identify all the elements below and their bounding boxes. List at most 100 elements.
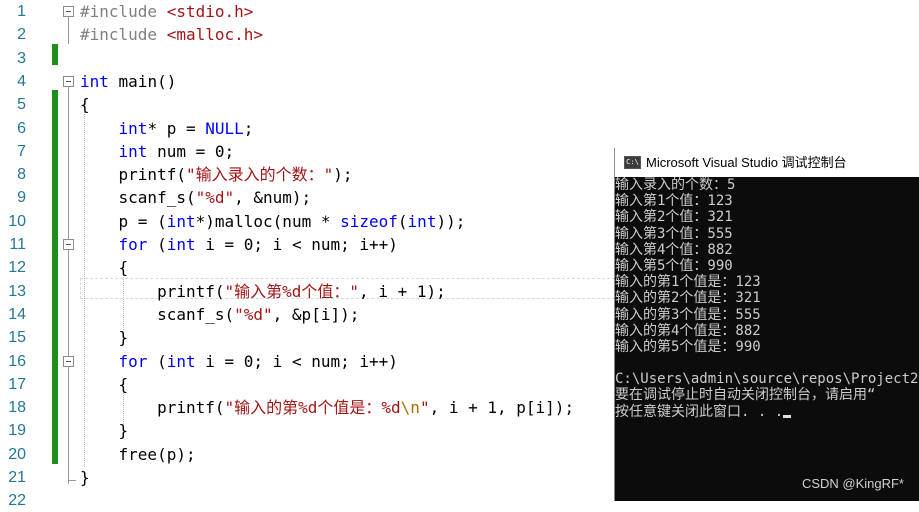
code-token: \n bbox=[400, 398, 420, 418]
code-token: main() bbox=[108, 71, 177, 91]
line-number: 21 bbox=[8, 469, 26, 486]
console-line-text: C:\Users\admin\source\repos\Project2\x bbox=[615, 371, 919, 388]
code-token: for bbox=[118, 235, 148, 254]
code-line[interactable]: 1 #include <stdio.h> bbox=[0, 0, 919, 23]
line-number: 18 bbox=[8, 399, 26, 417]
code-line[interactable]: 6 int* p = NULL; bbox=[0, 117, 919, 140]
console-line-text: 输入第2个值：321 bbox=[615, 209, 733, 226]
code-text: for (int i = 0; i < num; i++) bbox=[80, 350, 398, 373]
code-text: } bbox=[80, 419, 129, 442]
collapse-toggle-icon[interactable] bbox=[63, 355, 74, 367]
text-cursor bbox=[783, 414, 792, 418]
code-token: , &num); bbox=[234, 188, 312, 208]
console-line: 输入的第2个值是：321 bbox=[615, 290, 919, 306]
code-token: "输入第%d个值：" bbox=[224, 281, 360, 301]
code-text: printf("输入的第%d个值是：%d\n", i + 1, p[i]); bbox=[80, 396, 574, 419]
line-number: 13 bbox=[8, 282, 26, 300]
code-token: int bbox=[118, 141, 148, 161]
line-number: 16 bbox=[8, 352, 26, 370]
console-line-text: 输入的第3个值是：555 bbox=[615, 306, 761, 323]
code-text: { bbox=[80, 256, 129, 279]
code-token: { bbox=[80, 95, 90, 115]
line-number: 2 bbox=[17, 26, 26, 44]
code-token: "输入录入的个数：" bbox=[185, 165, 334, 185]
code-text: int main() bbox=[80, 70, 176, 93]
line-number: 6 bbox=[17, 119, 26, 137]
console-line: C:\Users\admin\source\repos\Project2\x bbox=[615, 371, 919, 387]
code-text: scanf_s("%d", &num); bbox=[80, 186, 312, 209]
code-line[interactable]: 4 int main() bbox=[0, 70, 919, 93]
console-line: 输入录入的个数：5 bbox=[615, 177, 919, 193]
code-token: ( bbox=[397, 211, 408, 231]
code-token: ( bbox=[147, 235, 167, 254]
collapse-toggle-icon[interactable] bbox=[63, 75, 74, 87]
code-token: p = ( bbox=[80, 211, 167, 231]
console-line: 输入第2个值：321 bbox=[615, 209, 919, 225]
code-line[interactable]: 2 #include <malloc.h> bbox=[0, 23, 919, 46]
debug-console-window[interactable]: C:\ Microsoft Visual Studio 调试控制台 输入录入的个… bbox=[614, 148, 919, 501]
console-line: 输入的第4个值是：882 bbox=[615, 323, 919, 339]
code-token: sizeof bbox=[340, 211, 398, 231]
line-number: 14 bbox=[8, 305, 26, 323]
code-token: } bbox=[80, 421, 129, 441]
code-token: int bbox=[407, 211, 437, 231]
code-token: "%d" bbox=[195, 188, 235, 208]
code-text: } bbox=[80, 326, 129, 349]
line-number: 17 bbox=[8, 375, 26, 393]
console-output[interactable]: 输入录入的个数：5 输入第1个值：123 输入第2个值：321 输入第3个值：555 输… bbox=[615, 177, 919, 501]
console-line-text: 输入的第5个值是：990 bbox=[615, 338, 761, 355]
console-line-text: 输入的第1个值是：123 bbox=[615, 274, 761, 291]
code-token: * p = bbox=[147, 118, 206, 138]
line-number: 10 bbox=[8, 212, 26, 230]
code-token: , &p[i]); bbox=[272, 304, 360, 324]
code-token: , i + 1); bbox=[359, 281, 446, 301]
code-token: free(p); bbox=[80, 444, 196, 464]
line-number: 7 bbox=[17, 142, 26, 160]
code-line[interactable]: 5{ bbox=[0, 93, 919, 116]
code-token: "%d" bbox=[234, 304, 273, 324]
collapse-toggle-icon[interactable] bbox=[63, 239, 74, 250]
console-line-text: 输入第4个值：882 bbox=[615, 241, 733, 258]
line-number: 15 bbox=[8, 329, 26, 347]
console-line-text: 输入的第2个值是：321 bbox=[615, 290, 761, 307]
console-line: 输入第3个值：555 bbox=[615, 226, 919, 242]
console-line: 输入第4个值：882 bbox=[615, 242, 919, 258]
code-text: scanf_s("%d", &p[i]); bbox=[80, 303, 359, 326]
console-line-text: 按任意键关闭此窗口. . . bbox=[615, 403, 784, 420]
console-line-text: 输入第1个值：123 bbox=[615, 193, 733, 210]
code-text: { bbox=[80, 373, 129, 396]
code-token: scanf_s( bbox=[80, 304, 235, 324]
code-token: , i + 1, p[i]); bbox=[429, 398, 575, 418]
line-number: 12 bbox=[8, 259, 26, 277]
console-line-text: 输入的第4个值是：882 bbox=[615, 322, 761, 339]
line-number: 11 bbox=[9, 236, 26, 253]
code-line[interactable]: 3 bbox=[0, 47, 919, 70]
code-token: int bbox=[166, 235, 196, 254]
console-line: 输入的第1个值是：123 bbox=[615, 274, 919, 290]
code-token: #include bbox=[80, 25, 167, 45]
code-text: int num = 0; bbox=[80, 140, 235, 163]
code-token: printf( bbox=[80, 398, 225, 418]
code-token: int bbox=[80, 71, 109, 91]
code-text: { bbox=[80, 93, 90, 116]
code-token: <malloc.h> bbox=[166, 25, 264, 45]
line-number: 3 bbox=[17, 49, 26, 67]
code-token: num = 0; bbox=[147, 141, 235, 161]
code-token: { bbox=[80, 374, 129, 394]
console-line: 输入的第3个值是：555 bbox=[615, 307, 919, 323]
code-text: printf("输入第%d个值：", i + 1); bbox=[80, 280, 446, 303]
console-line-text: 输入第5个值：990 bbox=[615, 257, 733, 274]
collapse-toggle-icon[interactable] bbox=[63, 6, 74, 17]
code-token: } bbox=[80, 328, 129, 348]
code-text: } bbox=[80, 466, 90, 489]
console-titlebar[interactable]: C:\ Microsoft Visual Studio 调试控制台 bbox=[615, 148, 919, 177]
code-token: scanf_s( bbox=[80, 188, 196, 208]
code-text: p = (int*)malloc(num * sizeof(int)); bbox=[80, 210, 466, 233]
console-title: Microsoft Visual Studio 调试控制台 bbox=[646, 155, 847, 170]
code-token: ( bbox=[147, 351, 167, 371]
code-token: i = 0; i < num; i++) bbox=[195, 235, 398, 254]
